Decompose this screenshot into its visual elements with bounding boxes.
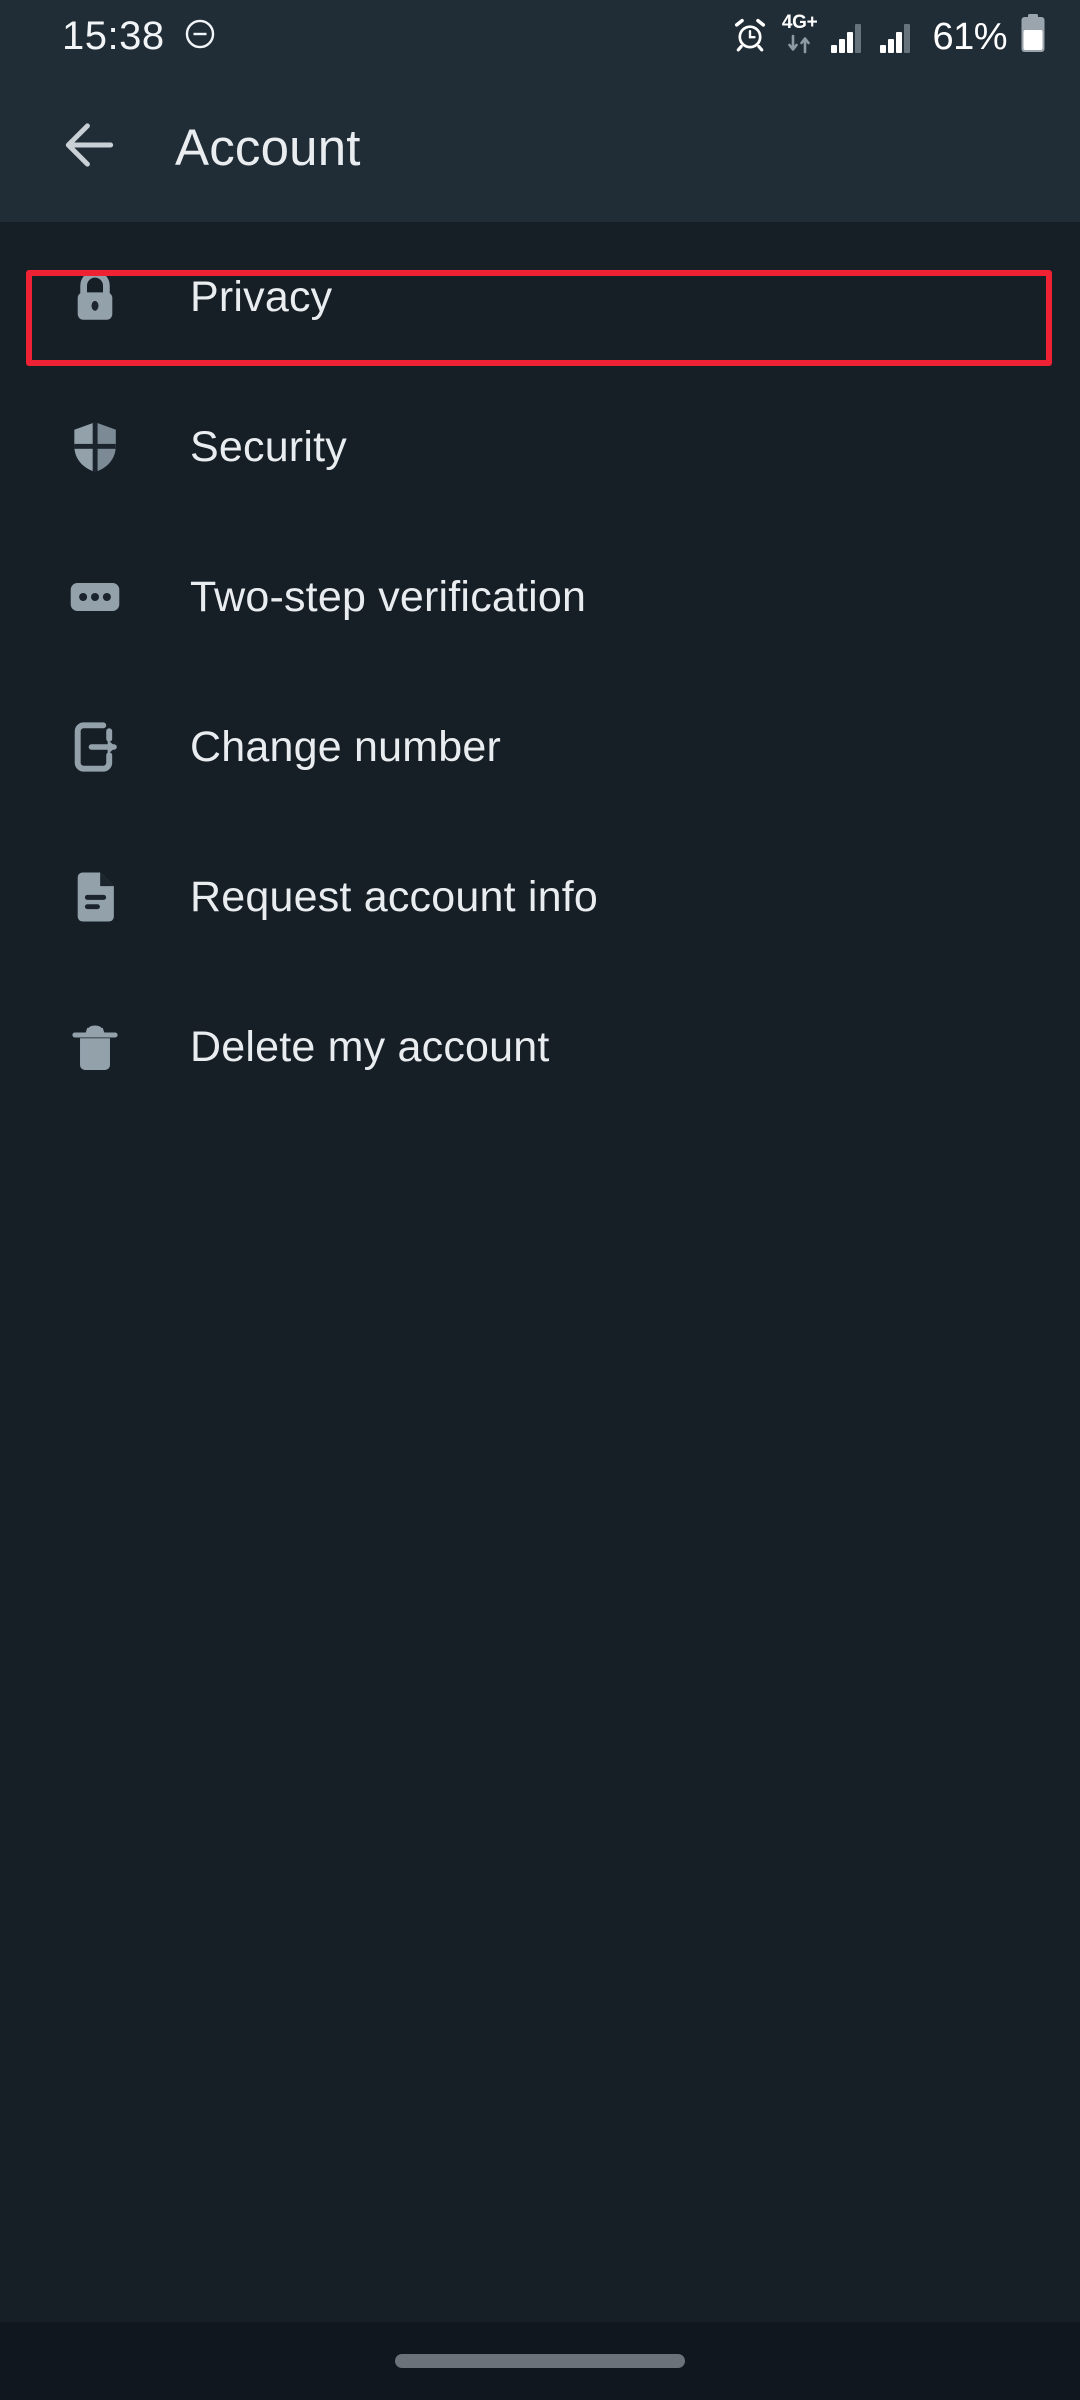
list-item-label: Two-step verification: [190, 572, 587, 621]
document-icon: [0, 866, 190, 928]
home-gesture-pill[interactable]: [395, 2354, 685, 2368]
list-item-two-step-verification[interactable]: Two-step verification: [0, 522, 1080, 672]
list-item-label: Privacy: [190, 272, 333, 321]
account-settings-list: Privacy Security Two-step verification C…: [0, 222, 1080, 1122]
status-bar-right: 4G+ 61%: [731, 13, 1046, 59]
alarm-clock-icon: [731, 16, 769, 59]
signal-bars-icon: [879, 20, 915, 59]
list-item-delete-my-account[interactable]: Delete my account: [0, 972, 1080, 1122]
data-transfer-arrows-icon: [784, 33, 816, 59]
page-title: Account: [175, 118, 361, 176]
signal-bars-icon: [830, 20, 866, 59]
status-bar: 15:38 4G+ 61%: [0, 0, 1080, 72]
battery-percentage-label: 61%: [932, 16, 1007, 58]
list-item-privacy[interactable]: Privacy: [0, 222, 1080, 372]
list-item-request-account-info[interactable]: Request account info: [0, 822, 1080, 972]
app-bar: Account: [0, 72, 1080, 222]
list-item-label: Change number: [190, 722, 501, 771]
shield-icon: [0, 416, 190, 478]
status-bar-left: 15:38: [62, 14, 217, 59]
password-dots-icon: [0, 566, 190, 628]
list-item-label: Security: [190, 422, 347, 471]
list-item-label: Request account info: [190, 872, 598, 921]
back-arrow-icon: [59, 114, 121, 181]
network-type-label: 4G+: [781, 12, 818, 33]
list-item-security[interactable]: Security: [0, 372, 1080, 522]
battery-icon: [1020, 14, 1046, 59]
do-not-disturb-icon: [183, 17, 217, 56]
trash-icon: [0, 1016, 190, 1078]
phone-arrow-out-icon: [0, 716, 190, 778]
list-item-change-number[interactable]: Change number: [0, 672, 1080, 822]
list-item-label: Delete my account: [190, 1022, 550, 1071]
status-bar-clock: 15:38: [62, 13, 165, 58]
mobile-network-indicator: 4G+: [782, 13, 818, 59]
phone-screen: 15:38 4G+ 61% Account Privacy Security T…: [0, 0, 1080, 2400]
back-button[interactable]: [48, 105, 132, 189]
lock-icon: [0, 266, 190, 328]
navigation-bar: [0, 2322, 1080, 2400]
